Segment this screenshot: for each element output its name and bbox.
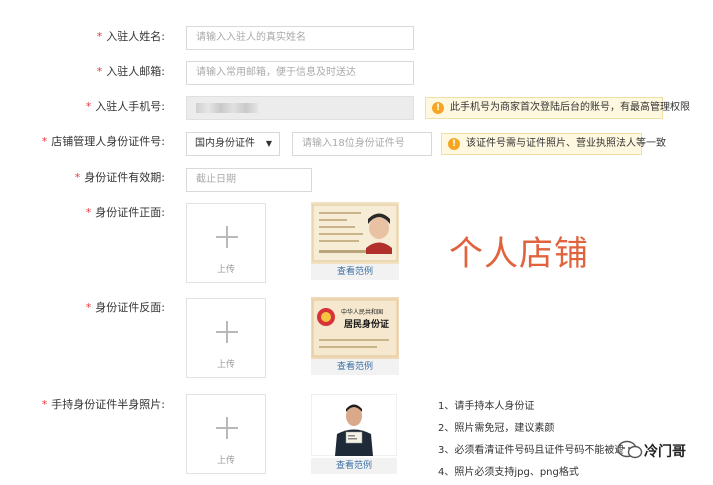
id-number-tip: ! 该证件号需与证件照片、营业执照法人等一致 xyxy=(441,133,666,155)
requirement-item: 3、必须看清证件号码且证件号码不能被遮挡 xyxy=(438,445,623,456)
upload-text: 上传 xyxy=(216,265,235,275)
required-mark: * xyxy=(85,206,92,219)
required-mark: * xyxy=(96,30,103,43)
id-front-upload[interactable]: 上传 xyxy=(186,203,266,283)
caret-down-icon: ▼ xyxy=(265,139,272,148)
required-mark: * xyxy=(85,100,92,113)
plus-icon xyxy=(216,321,238,343)
id-half-upload[interactable]: 上传 xyxy=(186,394,266,474)
name-input[interactable]: 请输入入驻人的真实姓名 xyxy=(186,26,414,50)
id-expiry-label-text: 身份证件有效期: xyxy=(84,171,165,184)
phone-label: * 入驻人手机号: xyxy=(15,98,165,114)
phone-tip-text: 此手机号为商家首次登陆后台的账号，有最高管理权限 xyxy=(450,102,690,113)
id-number-input[interactable]: 请输入18位身份证件号 xyxy=(292,132,432,156)
id-half-label-text: 手持身份证件半身照片: xyxy=(51,398,165,411)
required-mark: * xyxy=(74,171,81,184)
id-card-front-image xyxy=(311,202,399,264)
id-number-placeholder: 请输入18位身份证件号 xyxy=(302,138,405,149)
id-half-label: * 手持身份证件半身照片: xyxy=(15,396,165,412)
required-mark: * xyxy=(41,398,48,411)
email-placeholder: 请输入常用邮箱，便于信息及时送达 xyxy=(196,67,356,78)
email-input[interactable]: 请输入常用邮箱，便于信息及时送达 xyxy=(186,61,414,85)
phone-input xyxy=(186,96,414,120)
id-front-example[interactable]: 查看范例 xyxy=(311,202,399,280)
id-expiry-label: * 身份证件有效期: xyxy=(15,169,165,185)
phone-label-text: 入驻人手机号: xyxy=(95,100,165,113)
requirement-item: 4、照片必须支持jpg、png格式 xyxy=(438,467,579,478)
person-holding-id-image xyxy=(311,394,397,456)
id-number-label: * 店铺管理人身份证件号: xyxy=(15,133,165,149)
id-type-value: 国内身份证件 xyxy=(195,138,255,149)
id-front-label-text: 身份证件正面: xyxy=(95,206,165,219)
overlay-title: 个人店铺 xyxy=(449,234,589,274)
email-label: * 入驻人邮箱: xyxy=(15,63,165,79)
id-half-example[interactable]: 查看范例 xyxy=(311,394,397,474)
name-label: * 入驻人姓名: xyxy=(15,28,165,44)
upload-text: 上传 xyxy=(216,456,235,466)
warning-icon: ! xyxy=(448,138,460,150)
id-back-example[interactable]: 中华人民共和国 居民身份证 查看范例 xyxy=(311,297,399,375)
card-back-country: 中华人民共和国 xyxy=(341,308,383,316)
required-mark: * xyxy=(96,65,103,78)
id-back-label-text: 身份证件反面: xyxy=(95,301,165,314)
view-example-link[interactable]: 查看范例 xyxy=(311,264,399,280)
requirement-item: 2、照片需免冠，建议素颜 xyxy=(438,423,555,434)
id-type-select[interactable]: 国内身份证件 ▼ xyxy=(186,132,280,156)
requirements-list: 1、请手持本人身份证 2、照片需免冠，建议素颜 3、必须看清证件号码且证件号码不… xyxy=(438,397,638,485)
chat-bubble-icon xyxy=(617,440,643,459)
id-back-upload[interactable]: 上传 xyxy=(186,298,266,378)
name-label-text: 入驻人姓名: xyxy=(106,30,165,43)
phone-tip: ! 此手机号为商家首次登陆后台的账号，有最高管理权限 xyxy=(425,97,690,119)
email-label-text: 入驻人邮箱: xyxy=(106,65,165,78)
id-expiry-input[interactable]: 截止日期 xyxy=(186,168,312,192)
upload-text: 上传 xyxy=(216,360,235,370)
warning-icon: ! xyxy=(432,102,444,114)
watermark-text: 冷门哥 xyxy=(644,444,686,460)
id-expiry-placeholder: 截止日期 xyxy=(196,174,236,185)
required-mark: * xyxy=(41,135,48,148)
required-mark: * xyxy=(85,301,92,314)
card-back-title: 居民身份证 xyxy=(344,318,389,330)
id-back-label: * 身份证件反面: xyxy=(15,299,165,315)
requirement-item: 1、请手持本人身份证 xyxy=(438,401,535,412)
plus-icon xyxy=(216,417,238,439)
id-card-back-image: 中华人民共和国 居民身份证 xyxy=(311,297,399,359)
view-example-link[interactable]: 查看范例 xyxy=(311,359,399,375)
name-placeholder: 请输入入驻人的真实姓名 xyxy=(196,32,306,43)
id-front-label: * 身份证件正面: xyxy=(15,204,165,220)
plus-icon xyxy=(216,226,238,248)
view-example-link[interactable]: 查看范例 xyxy=(311,458,397,474)
blurred-phone-number xyxy=(196,103,258,113)
id-number-tip-text: 该证件号需与证件照片、营业执照法人等一致 xyxy=(466,138,666,149)
id-number-label-text: 店铺管理人身份证件号: xyxy=(51,135,165,148)
